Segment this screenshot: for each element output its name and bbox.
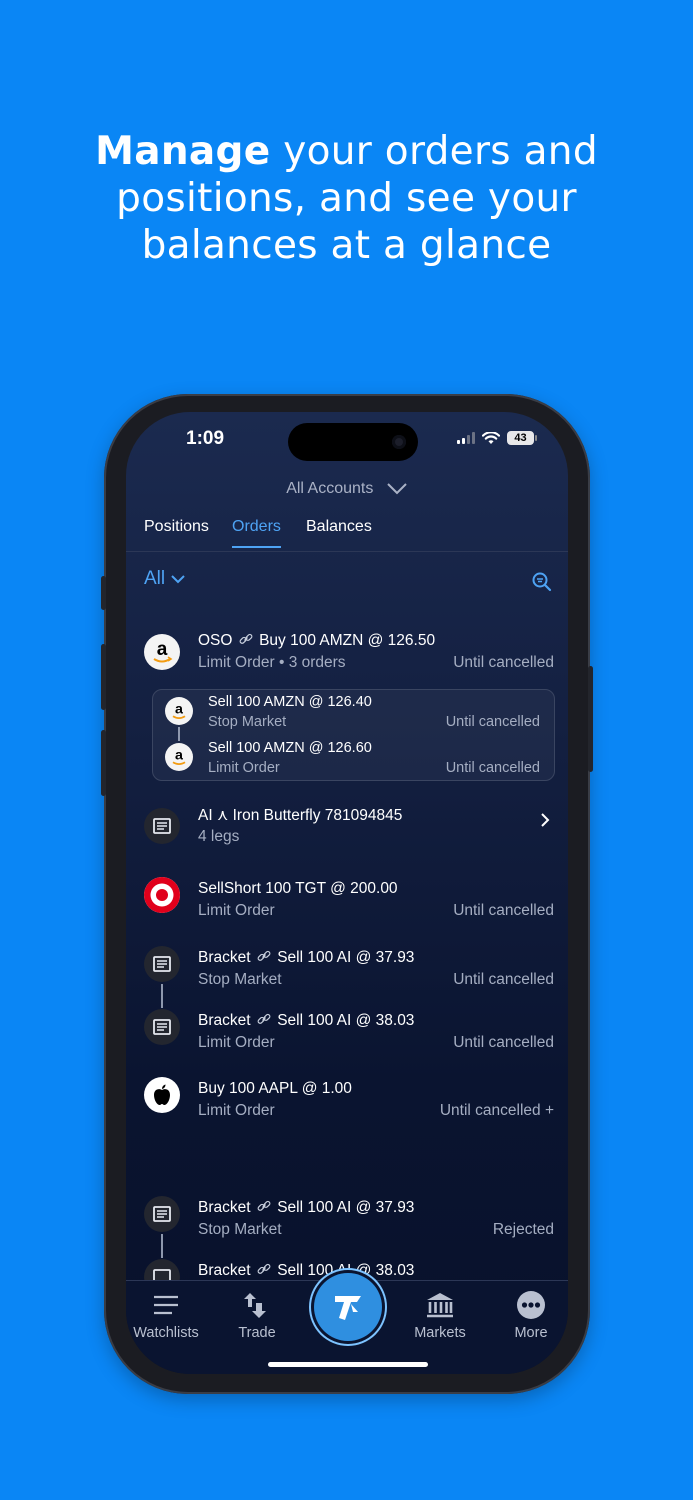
- tab-more-label: More: [514, 1325, 548, 1341]
- phone-frame: 1:09 43 All Accounts Positions Orders Ba…: [101, 394, 593, 1394]
- order-filter-label: All: [144, 568, 166, 589]
- account-selector-label: All Accounts: [286, 480, 374, 497]
- order-subtitle: Limit Order: [198, 902, 275, 919]
- order-title: Sell 100 AI @ 37.93: [277, 1199, 415, 1216]
- order-type-prefix: Bracket: [198, 1012, 251, 1029]
- wifi-icon: [482, 431, 500, 444]
- chevron-down-icon: [171, 575, 185, 584]
- svg-text:a: a: [175, 747, 184, 763]
- bottom-tab-bar: Watchlists Trade Markets More: [126, 1273, 568, 1374]
- ai-logo-icon: [144, 808, 180, 844]
- order-status: Rejected: [492, 1221, 554, 1238]
- headline-bold: Manage: [95, 129, 271, 174]
- link-icon: [257, 950, 271, 961]
- order-subtitle: 4 legs: [198, 828, 240, 845]
- link-icon: [257, 1013, 271, 1024]
- signal-icon: [457, 432, 475, 444]
- order-title: SellShort 100 TGT @ 200.00: [198, 880, 398, 897]
- order-tif: Until cancelled +: [439, 1102, 554, 1119]
- status-icons: 43: [457, 431, 537, 445]
- status-time: 1:09: [186, 428, 225, 449]
- amazon-logo-icon: a: [144, 634, 180, 670]
- ai-logo-icon: [144, 1009, 180, 1045]
- more-icon: [491, 1291, 568, 1319]
- order-subtitle: Limit Order: [198, 1102, 275, 1119]
- dynamic-island: [288, 423, 418, 461]
- tab-markets[interactable]: Markets: [400, 1291, 480, 1341]
- order-subtitle: Stop Market: [198, 1221, 282, 1238]
- child-order-subtitle: Limit Order: [208, 760, 280, 776]
- tab-trade[interactable]: Trade: [217, 1291, 297, 1341]
- home-indicator[interactable]: [268, 1362, 428, 1367]
- svg-text:a: a: [157, 639, 168, 660]
- ai-logo-icon: [144, 946, 180, 982]
- child-order-tif: Until cancelled: [445, 760, 540, 776]
- account-selector[interactable]: All Accounts: [126, 480, 568, 498]
- side-button: [101, 576, 106, 610]
- headline-line1: your orders and: [270, 129, 598, 174]
- camera-icon: [392, 435, 406, 449]
- order-subtitle: Stop Market: [198, 971, 282, 988]
- bank-icon: [400, 1291, 480, 1319]
- app-screen: 1:09 43 All Accounts Positions Orders Ba…: [126, 412, 568, 1374]
- amazon-logo-icon: a: [165, 697, 193, 725]
- oso-children-card: a a Sell 100 AMZN @ 126.40 Stop Market U…: [152, 689, 555, 781]
- child-order-title: Sell 100 AMZN @ 126.40: [208, 694, 372, 710]
- order-tif: Until cancelled: [453, 971, 554, 988]
- order-title: AI ⋏ Iron Butterfly 781094845: [198, 807, 403, 824]
- order-tif: Until cancelled: [453, 654, 554, 671]
- child-order-subtitle: Stop Market: [208, 714, 287, 730]
- link-icon: [257, 1200, 271, 1211]
- tab-watchlists-label: Watchlists: [133, 1325, 199, 1341]
- tab-watchlists[interactable]: Watchlists: [126, 1291, 206, 1341]
- order-title: Buy 100 AMZN @ 126.50: [259, 632, 436, 649]
- tastytrade-logo-button[interactable]: [314, 1273, 382, 1341]
- target-logo-icon: [144, 877, 180, 913]
- order-filter[interactable]: All: [144, 568, 185, 590]
- order-subtitle: Limit Order: [198, 1034, 275, 1051]
- headline-line2: positions, and see your: [116, 176, 577, 221]
- order-subtitle: Limit Order • 3 orders: [198, 654, 346, 671]
- order-type-prefix: OSO: [198, 632, 233, 649]
- volume-up-button: [101, 644, 106, 710]
- list-icon: [126, 1291, 206, 1319]
- order-type-prefix: Bracket: [198, 1262, 251, 1279]
- headline-line3: balances at a glance: [141, 223, 552, 268]
- tab-markets-label: Markets: [414, 1325, 466, 1341]
- child-order-tif: Until cancelled: [445, 714, 540, 730]
- chevron-down-icon: [387, 483, 407, 495]
- chevron-right-icon[interactable]: [540, 812, 550, 828]
- order-type-prefix: Bracket: [198, 949, 251, 966]
- order-title: Sell 100 AI @ 38.03: [277, 1012, 415, 1029]
- tab-trade-label: Trade: [238, 1325, 276, 1341]
- tab-positions[interactable]: Positions: [144, 518, 209, 546]
- headline: Manage your orders and positions, and se…: [0, 128, 693, 269]
- amazon-logo-icon: a: [165, 743, 193, 771]
- tab-bar-top: Positions Orders Balances: [126, 516, 568, 552]
- ai-logo-icon: [144, 1196, 180, 1232]
- svg-text:a: a: [175, 701, 184, 717]
- order-tif: Until cancelled: [453, 902, 554, 919]
- trade-icon: [217, 1291, 297, 1319]
- power-button: [588, 666, 593, 772]
- link-icon: [239, 633, 253, 644]
- connector-line: [178, 727, 180, 741]
- link-icon: [257, 1263, 271, 1274]
- tab-orders[interactable]: Orders: [232, 518, 281, 548]
- tab-balances[interactable]: Balances: [306, 518, 372, 546]
- connector-line: [161, 984, 163, 1008]
- order-tif: Until cancelled: [453, 1034, 554, 1051]
- tab-more[interactable]: More: [491, 1291, 568, 1341]
- battery-icon: 43: [507, 431, 537, 445]
- child-order-title: Sell 100 AMZN @ 126.60: [208, 740, 372, 756]
- tastytrade-logo-icon: [335, 1296, 361, 1320]
- order-title: Sell 100 AI @ 37.93: [277, 949, 415, 966]
- connector-line: [161, 1234, 163, 1258]
- order-title: Buy 100 AAPL @ 1.00: [198, 1080, 352, 1097]
- volume-down-button: [101, 730, 106, 796]
- order-type-prefix: Bracket: [198, 1199, 251, 1216]
- apple-logo-icon: [144, 1077, 180, 1113]
- search-icon[interactable]: [532, 572, 552, 592]
